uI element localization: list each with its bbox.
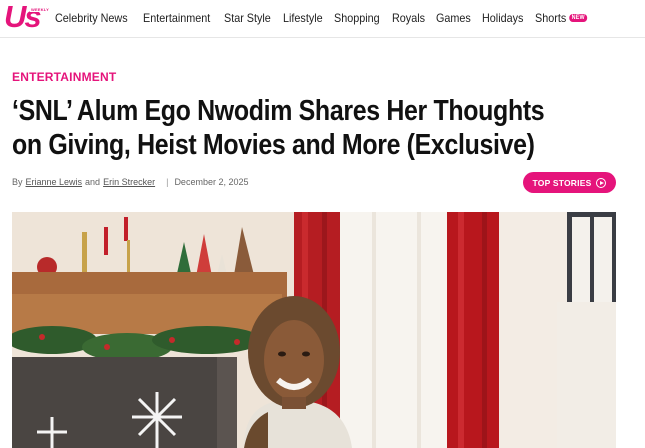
top-stories-label: TOP STORIES <box>532 177 592 188</box>
author-link-1[interactable]: Erianne Lewis <box>26 177 83 187</box>
article-category[interactable]: ENTERTAINMENT <box>12 70 116 84</box>
main-nav: Celebrity News Entertainment Star Style … <box>55 11 600 25</box>
article-title: ‘SNL’ Alum Ego Nwodim Shares Her Thought… <box>12 95 545 161</box>
publish-date: December 2, 2025 <box>174 177 249 187</box>
nav-shorts-label: Shorts <box>534 11 566 25</box>
logo-subtext: WEEKLY <box>30 7 50 12</box>
nav-star-style[interactable]: Star Style <box>224 11 271 25</box>
hero-photo-illustration <box>12 212 616 448</box>
site-header: Us WEEKLY Celebrity News Entertainment S… <box>0 0 645 38</box>
author-link-2[interactable]: Erin Strecker <box>103 177 155 187</box>
nav-entertainment[interactable]: Entertainment <box>143 11 210 25</box>
us-weekly-logo[interactable]: Us WEEKLY <box>4 0 50 34</box>
play-icon <box>596 177 607 188</box>
top-stories-button[interactable]: TOP STORIES <box>523 172 616 193</box>
nav-royals[interactable]: Royals <box>392 11 425 25</box>
nav-lifestyle[interactable]: Lifestyle <box>283 11 323 25</box>
hero-image <box>12 212 616 448</box>
nav-shopping[interactable]: Shopping <box>334 11 380 25</box>
nav-games[interactable]: Games <box>436 11 471 25</box>
byline-separator: | <box>166 177 169 187</box>
new-badge: NEW <box>568 14 588 22</box>
nav-shorts[interactable]: Shorts NEW <box>534 11 588 25</box>
logo-letters: Us <box>4 0 42 34</box>
byline-conjunction: and <box>85 177 101 187</box>
article-byline: By Erianne Lewis and Erin Strecker | Dec… <box>12 177 248 187</box>
nav-holidays[interactable]: Holidays <box>482 11 523 25</box>
nav-celebrity-news[interactable]: Celebrity News <box>55 11 128 25</box>
byline-prefix: By <box>12 177 23 187</box>
